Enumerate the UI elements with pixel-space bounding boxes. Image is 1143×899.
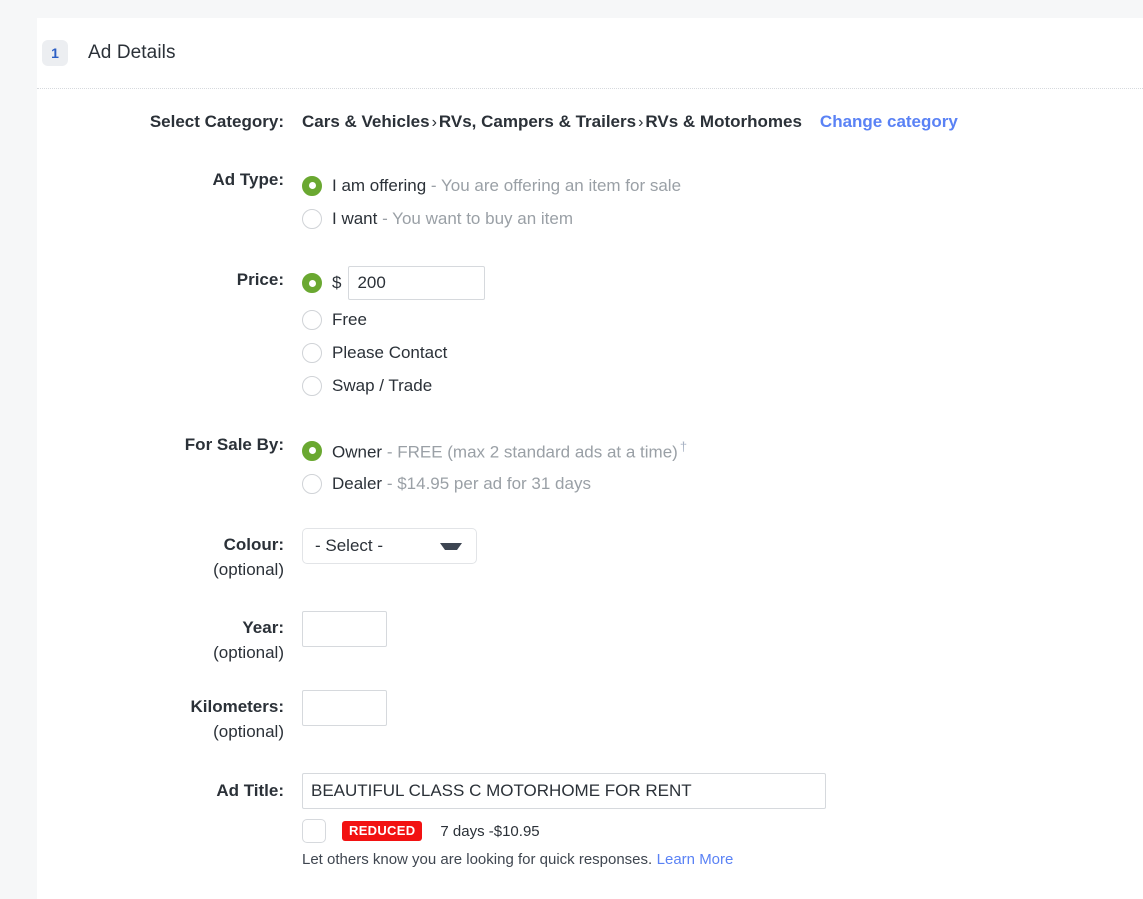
row-price: Price: $ Free Please Contact Swap / — [37, 263, 1143, 402]
for-sale-by-label: For Sale By: — [184, 435, 284, 454]
price-option-free[interactable]: Free — [302, 303, 1143, 336]
radio-ad-type-want[interactable] — [302, 208, 322, 229]
price-option-amount[interactable]: $ — [302, 263, 1143, 303]
for-sale-by-option-dealer[interactable]: Dealer - $14.95 per ad for 31 days — [302, 467, 1143, 500]
dagger-footnote-icon: † — [679, 438, 688, 454]
kilometers-label-text: Kilometers: — [190, 697, 284, 716]
category-crumb-2: RVs, Campers & Trailers — [438, 112, 637, 131]
year-label-text: Year: — [242, 618, 284, 637]
promo-note-text: Let others know you are looking for quic… — [302, 851, 653, 868]
ad-title-label: Ad Title: — [216, 781, 284, 800]
for-sale-by-owner-label: Owner - FREE (max 2 standard ads at a ti… — [332, 438, 688, 462]
kilometers-optional-text: (optional) — [213, 722, 284, 741]
ad-type-want-label: I want - You want to buy an item — [332, 208, 573, 228]
learn-more-link[interactable]: Learn More — [657, 851, 734, 868]
kilometers-input[interactable] — [302, 690, 387, 726]
promo-reduced-row: REDUCED 7 days -$10.95 — [302, 819, 1143, 843]
category-crumb-1: Cars & Vehicles — [302, 112, 430, 131]
select-category-value: Cars & Vehicles › RVs, Campers & Trailers ›… — [302, 111, 1143, 133]
year-field — [302, 611, 1143, 647]
for-sale-by-dealer-label: Dealer - $14.95 per ad for 31 days — [332, 473, 591, 493]
category-separator-icon: › — [431, 114, 437, 131]
ad-title-field: REDUCED 7 days -$10.95 Let others know y… — [302, 773, 1143, 869]
price-swap-label: Swap / Trade — [332, 375, 433, 395]
ad-type-options: I am offering - You are offering an item… — [302, 169, 1143, 235]
year-label: Year: (optional) — [37, 611, 302, 667]
ad-title-input[interactable] — [302, 773, 826, 809]
year-optional-text: (optional) — [213, 643, 284, 662]
ad-details-form: Select Category: Cars & Vehicles › RVs, Ca… — [37, 111, 1143, 869]
row-ad-type: Ad Type: I am offering - You are offerin… — [37, 169, 1143, 235]
row-colour: Colour: (optional) - Select - — [37, 528, 1143, 584]
section-header: 1 Ad Details — [37, 18, 1143, 88]
price-input[interactable] — [348, 266, 486, 300]
row-for-sale-by: For Sale By: Owner - FREE (max 2 standar… — [37, 434, 1143, 500]
colour-label-text: Colour: — [223, 535, 284, 554]
colour-label: Colour: (optional) — [37, 528, 302, 584]
kilometers-label: Kilometers: (optional) — [37, 690, 302, 746]
radio-price-amount[interactable] — [302, 273, 322, 293]
radio-price-contact[interactable] — [302, 342, 322, 363]
colour-select[interactable]: - Select - — [302, 528, 477, 564]
select-category-label: Select Category: — [149, 112, 284, 131]
reduced-checkbox[interactable] — [302, 819, 326, 843]
kilometers-field — [302, 690, 1143, 726]
for-sale-by-options: Owner - FREE (max 2 standard ads at a ti… — [302, 434, 1143, 500]
row-select-category: Select Category: Cars & Vehicles › RVs, Ca… — [37, 111, 1143, 133]
for-sale-by-option-owner[interactable]: Owner - FREE (max 2 standard ads at a ti… — [302, 434, 1143, 467]
price-options: $ Free Please Contact Swap / Trade — [302, 263, 1143, 402]
header-divider — [37, 88, 1143, 89]
promo-note-row: Let others know you are looking for quic… — [302, 851, 1143, 869]
currency-symbol: $ — [332, 273, 342, 292]
price-option-swap[interactable]: Swap / Trade — [302, 369, 1143, 402]
radio-price-free[interactable] — [302, 309, 322, 330]
page-title: Ad Details — [88, 42, 176, 63]
radio-ad-type-offering[interactable] — [302, 175, 322, 196]
price-contact-label: Please Contact — [332, 342, 448, 362]
row-year: Year: (optional) — [37, 611, 1143, 667]
ad-type-offering-label: I am offering - You are offering an item… — [332, 175, 682, 195]
colour-optional-text: (optional) — [213, 560, 284, 579]
ad-type-option-want[interactable]: I want - You want to buy an item — [302, 202, 1143, 235]
radio-for-sale-by-dealer[interactable] — [302, 473, 322, 494]
radio-price-swap[interactable] — [302, 375, 322, 396]
ad-type-option-offering[interactable]: I am offering - You are offering an item… — [302, 169, 1143, 202]
colour-field: - Select - — [302, 528, 1143, 564]
price-free-label: Free — [332, 309, 367, 329]
colour-select-value: - Select - — [315, 536, 384, 555]
chevron-down-icon — [440, 543, 462, 550]
ad-details-card: 1 Ad Details Select Category: Cars & Veh… — [37, 18, 1143, 899]
reduced-badge: REDUCED — [342, 821, 423, 841]
row-ad-title: Ad Title: REDUCED 7 days -$10.95 Let oth… — [37, 773, 1143, 869]
price-option-contact[interactable]: Please Contact — [302, 336, 1143, 369]
change-category-link[interactable]: Change category — [820, 112, 958, 131]
reduced-price-text: 7 days -$10.95 — [440, 822, 540, 840]
category-crumb-3: RVs & Motorhomes — [645, 112, 802, 131]
radio-for-sale-by-owner[interactable] — [302, 440, 322, 461]
row-kilometers: Kilometers: (optional) — [37, 690, 1143, 746]
year-input[interactable] — [302, 611, 387, 647]
price-label: Price: — [236, 270, 284, 289]
step-number-badge: 1 — [42, 40, 68, 66]
ad-type-label: Ad Type: — [212, 170, 284, 189]
